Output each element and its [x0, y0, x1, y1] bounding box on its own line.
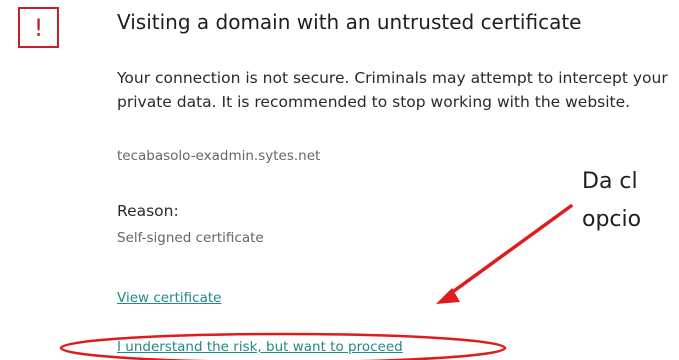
annotation-text-line-2: opcio — [582, 207, 642, 232]
domain-name: tecabasolo-exadmin.sytes.net — [117, 148, 321, 164]
annotation-text-line-1: Da cl — [582, 169, 638, 194]
proceed-anyway-link[interactable]: I understand the risk, but want to proce… — [117, 339, 403, 355]
annotation-arrow — [445, 204, 573, 298]
annotation-overlay — [59, 204, 573, 360]
reason-value: Self-signed certificate — [117, 230, 264, 246]
warning-message: Your connection is not secure. Criminals… — [117, 69, 668, 111]
annotation-arrow-head — [436, 288, 460, 304]
warning-icon-box: ! — [18, 7, 59, 48]
dialog-title: Visiting a domain with an untrusted cert… — [117, 10, 582, 34]
exclamation-icon: ! — [33, 14, 44, 42]
view-certificate-link[interactable]: View certificate — [117, 290, 221, 306]
reason-label: Reason: — [117, 202, 179, 220]
